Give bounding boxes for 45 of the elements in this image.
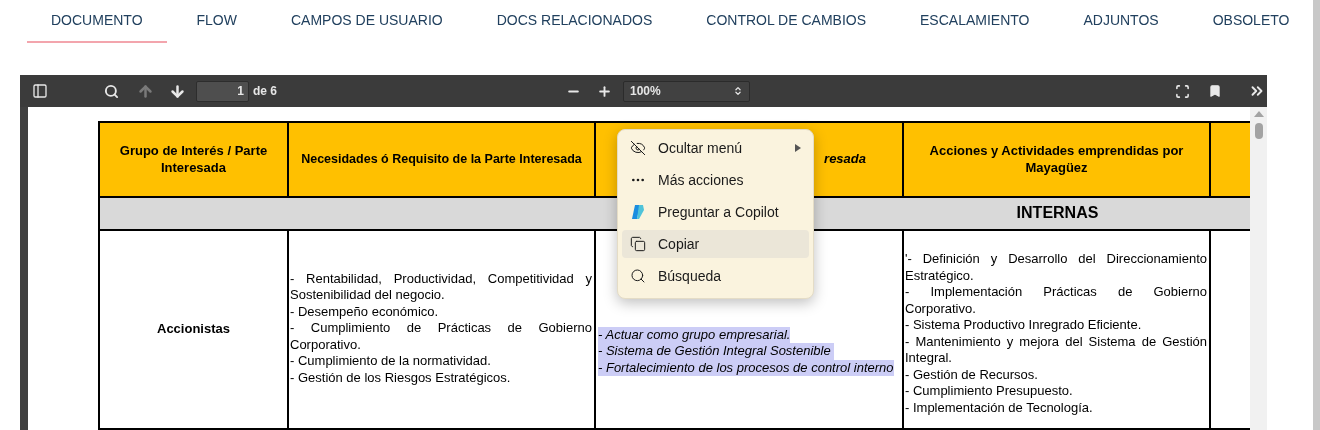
copy-icon bbox=[630, 236, 646, 252]
menu-item[interactable]: Copiar bbox=[622, 230, 809, 258]
sidebar-toggle-icon[interactable] bbox=[32, 83, 48, 99]
tab[interactable]: DOCS RELACIONADOS bbox=[472, 0, 677, 43]
copilot-icon bbox=[630, 204, 646, 220]
search-icon bbox=[630, 268, 646, 284]
next-page-icon[interactable] bbox=[169, 82, 186, 100]
table-cell-line: - Cumplimiento de la normatividad. bbox=[290, 353, 492, 370]
tab[interactable]: CAMPOS DE USUARIO bbox=[267, 0, 467, 43]
table-cell-line: - Implementación de Tecnología. bbox=[905, 399, 1094, 416]
column-header: Necesidades ó Requisito de la Parte Interesada bbox=[289, 123, 596, 198]
table-cell-line: - Gestión de los Riesgos Estratégicos. bbox=[290, 369, 512, 387]
dropdown-caret-icon bbox=[733, 86, 743, 96]
tab[interactable]: DOCUMENTO bbox=[27, 0, 167, 43]
table-cell-line: - Cumplimiento de Prácticas de Gobierno Corporativo. bbox=[290, 320, 592, 354]
page-count: de 6 bbox=[253, 83, 277, 100]
table-cell-line: - Sistema Productivo Inregrado Eficiente. bbox=[905, 317, 1143, 334]
column-header: Grupo de Interés / Parte Interesada bbox=[100, 123, 289, 198]
tab[interactable]: CONTROL DE CAMBIOS bbox=[682, 0, 890, 43]
section-heading: INTERNAS bbox=[904, 198, 1211, 231]
menu-item[interactable]: Búsqueda bbox=[622, 262, 809, 290]
fullscreen-icon[interactable] bbox=[1175, 83, 1190, 99]
table-cell-line: - Implementación Prácticas de Gobierno Corporativo. bbox=[905, 284, 1207, 317]
tab[interactable]: OBSOLETO bbox=[1188, 0, 1314, 43]
eye-off-icon bbox=[630, 140, 646, 156]
table-cell-line: - Cumplimiento Presupuesto. bbox=[905, 383, 1074, 400]
table-cell-line: '- Definición y Desarrollo del Direccionamiento Estratégico. bbox=[905, 251, 1207, 284]
table-cell-line: - Mantenimiento y mejora del Sistema de Gestión Integral. bbox=[905, 333, 1207, 367]
tab[interactable]: ADJUNTOS bbox=[1059, 0, 1183, 43]
menu-item[interactable]: Más acciones bbox=[622, 166, 809, 194]
page-number-field[interactable]: 1 bbox=[196, 80, 249, 102]
zoom-select[interactable]: 100% bbox=[623, 80, 750, 102]
table-cell-line: - Gestión de Recursos. bbox=[905, 366, 1039, 383]
menu-item[interactable]: Preguntar a Copilot bbox=[622, 198, 809, 226]
zoom-in-icon[interactable] bbox=[597, 83, 612, 99]
search-icon[interactable] bbox=[104, 83, 119, 99]
table-cell: Accionistas bbox=[100, 231, 289, 430]
table-cell-line: - Desempeño económico. bbox=[290, 303, 440, 321]
column-header: Acciones y Actividades emprendidas por Mayagüez bbox=[904, 123, 1211, 198]
tab[interactable]: FLOW bbox=[172, 0, 261, 43]
bookmark-icon[interactable] bbox=[1208, 84, 1222, 98]
table-cell-line: - Rentabilidad, Productividad, Competitividad y Sostenibilidad del negocio. bbox=[290, 270, 592, 304]
tab[interactable]: ESCALAMIENTO bbox=[896, 0, 1054, 43]
menu-item[interactable]: Ocultar menú bbox=[622, 134, 809, 162]
submenu-arrow-icon bbox=[795, 144, 801, 152]
